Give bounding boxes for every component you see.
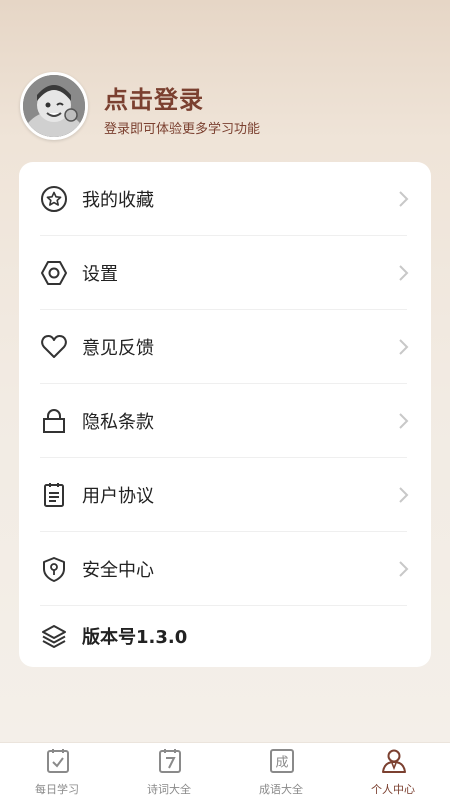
star-circle-icon — [39, 184, 69, 214]
layers-icon — [39, 621, 69, 651]
tab-label: 诗词大全 — [147, 783, 191, 796]
login-title[interactable]: 点击登录 — [104, 80, 204, 115]
chevron-right-icon — [399, 561, 409, 577]
version-row: 版本号1.3.0 — [19, 599, 431, 673]
tab-poetry[interactable]: 诗词大全 — [113, 743, 225, 800]
tab-idioms[interactable]: 成 成语大全 — [225, 743, 337, 800]
chevron-right-icon — [399, 191, 409, 207]
profile-header[interactable]: 点击登录 登录即可体验更多学习功能 — [20, 72, 430, 144]
tab-personal-center[interactable]: 个人中心 — [337, 743, 449, 800]
version-label: 版本号1.3.0 — [82, 627, 188, 648]
login-subtitle: 登录即可体验更多学习功能 — [104, 122, 261, 137]
chevron-right-icon — [399, 265, 409, 281]
tab-label: 成语大全 — [259, 783, 303, 796]
chevron-right-icon — [399, 487, 409, 503]
chevron-right-icon — [399, 339, 409, 355]
person-icon — [382, 749, 406, 773]
idiom-glyph: 成 — [275, 756, 288, 771]
chevron-right-icon — [399, 413, 409, 429]
menu-item-label: 意见反馈 — [82, 338, 154, 359]
menu-item-favorites[interactable]: 我的收藏 — [19, 162, 431, 236]
calendar-seven-icon — [159, 749, 181, 773]
menu-item-settings[interactable]: 设置 — [19, 236, 431, 310]
document-icon — [39, 480, 69, 510]
menu-item-label: 安全中心 — [82, 560, 154, 581]
menu-item-label: 隐私条款 — [82, 412, 154, 433]
menu-item-privacy[interactable]: 隐私条款 — [19, 384, 431, 458]
lock-icon — [39, 406, 69, 436]
tab-daily-study[interactable]: 每日学习 — [1, 743, 113, 800]
menu-item-user-agreement[interactable]: 用户协议 — [19, 458, 431, 532]
tab-label: 每日学习 — [35, 783, 79, 796]
menu-item-label: 我的收藏 — [82, 190, 154, 211]
menu-item-label: 设置 — [82, 264, 118, 285]
shield-icon — [39, 554, 69, 584]
calendar-check-icon — [47, 749, 69, 773]
heart-icon — [39, 332, 69, 362]
menu-item-label: 用户协议 — [82, 486, 154, 507]
avatar[interactable] — [20, 72, 88, 140]
tab-label: 个人中心 — [371, 783, 415, 796]
bottom-tab-bar: 每日学习 诗词大全 成 成语大全 个人中心 — [0, 742, 450, 800]
idiom-cheng-icon: 成 — [270, 749, 294, 773]
menu-card: 我的收藏 设置 意见反馈 隐私条款 用户协议 安全中心 版本号1.3.0 — [19, 162, 431, 667]
hexagon-settings-icon — [39, 258, 69, 288]
menu-item-feedback[interactable]: 意见反馈 — [19, 310, 431, 384]
menu-item-security[interactable]: 安全中心 — [19, 532, 431, 606]
